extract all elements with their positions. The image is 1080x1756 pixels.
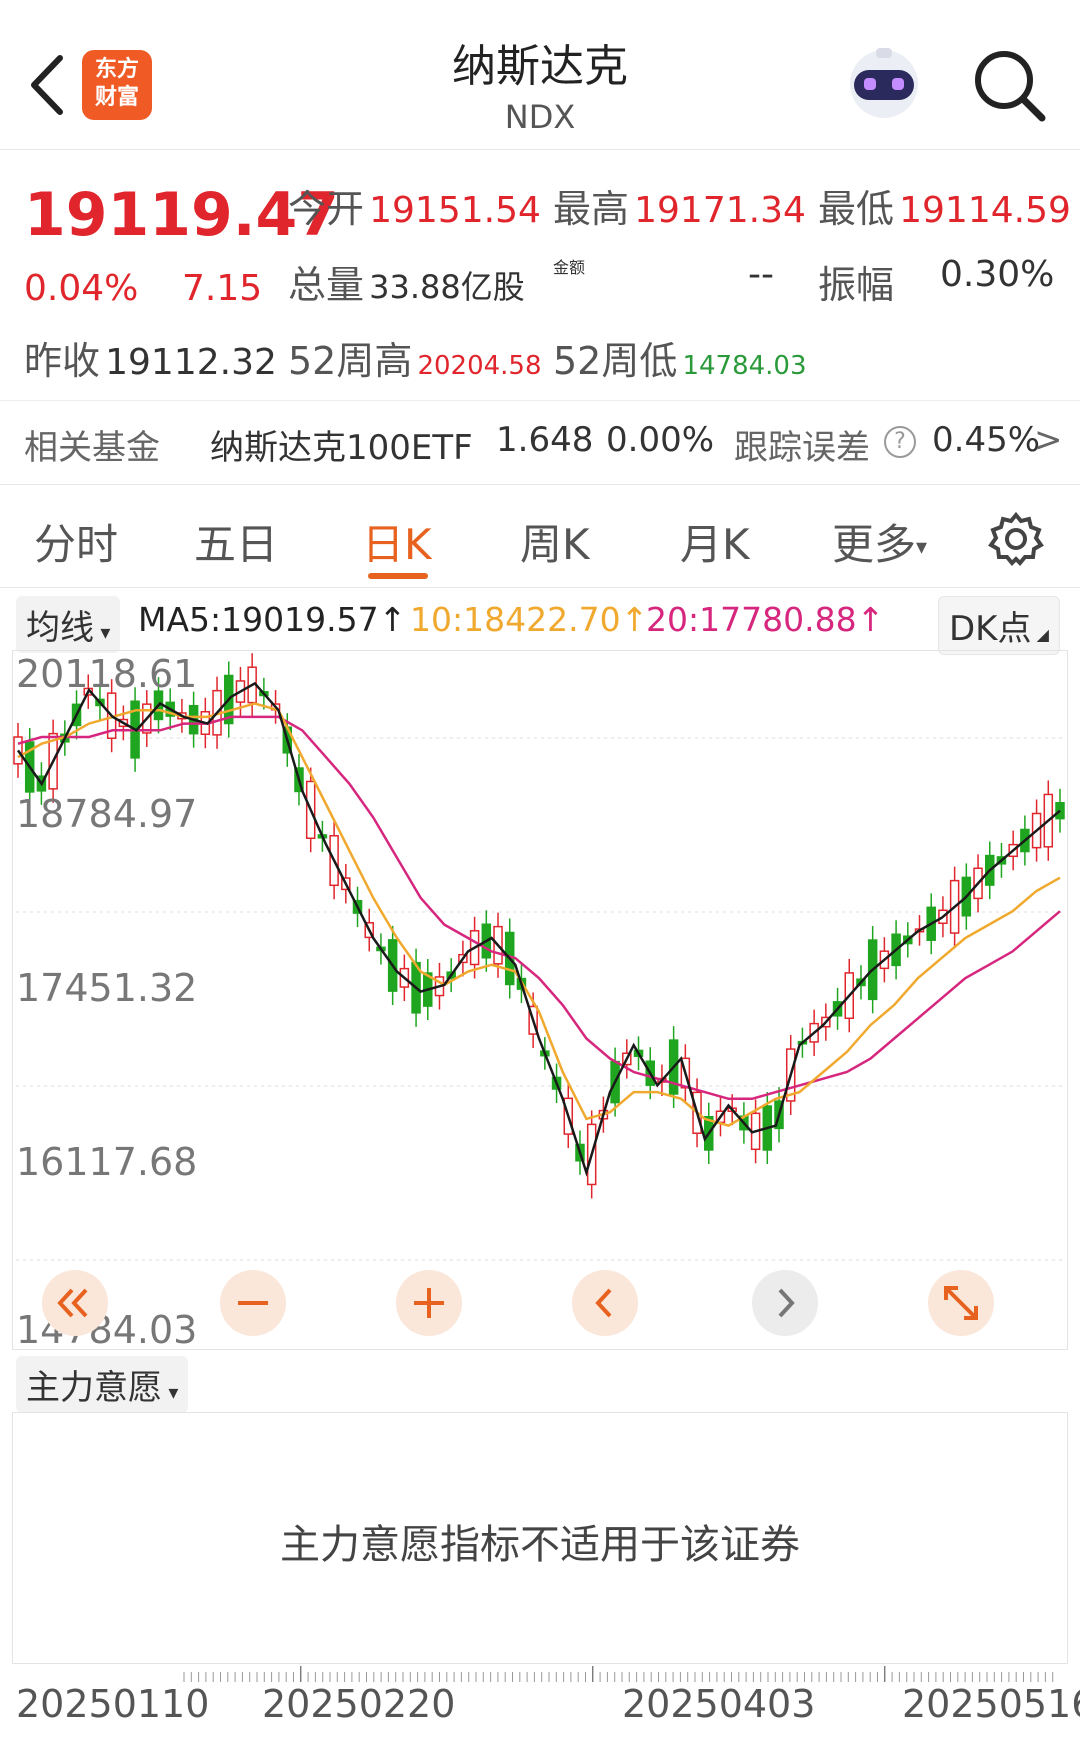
fund-label: 相关基金 (24, 428, 160, 468)
indicator-dropdown[interactable]: 主力意愿 ▾ (16, 1356, 189, 1413)
high-label: 最高 (553, 187, 630, 231)
low: 最低 19114.59 (818, 178, 1071, 233)
header: 东方 财富 纳斯达克 NDX (0, 0, 1080, 150)
double-chevron-left-icon (57, 1288, 88, 1318)
scroll-right-button[interactable] (752, 1270, 818, 1336)
wk52-low: 52周低 14784.03 (553, 330, 807, 385)
low-label: 最低 (818, 187, 895, 231)
amplitude-value: 0.30% (940, 254, 1055, 295)
prev-close-label: 昨收 (24, 339, 101, 383)
tab-weekly-k[interactable]: 周K (520, 511, 590, 572)
change-percent: 0.04% (24, 268, 139, 309)
period-tabs: 分时 五日 日K 周K 月K 更多▾ (0, 484, 1080, 588)
open-label: 今开 (288, 187, 365, 231)
high-value: 19171.34 (634, 190, 806, 231)
caret-down-icon: ▾ (916, 535, 928, 560)
fund-name: 纳斯达克100ETF (210, 428, 473, 468)
related-fund-row[interactable]: 相关基金 纳斯达克100ETF 1.648 0.00% 跟踪误差 ? 0.45%… (24, 420, 1064, 470)
corner-triangle-icon: ◢ (1031, 625, 1049, 644)
volume-label: 总量 (288, 263, 365, 307)
fund-change: 0.00% (606, 420, 715, 460)
wk52-low-label: 52周低 (553, 339, 678, 383)
tab-daily-k[interactable]: 日K (362, 511, 432, 572)
tracking-label: 跟踪误差 (734, 428, 870, 468)
plus-icon (414, 1288, 444, 1318)
x-label-2: 20250403 (622, 1682, 816, 1726)
ma-dropdown[interactable]: 均线 ▾ (16, 596, 121, 653)
low-value: 19114.59 (899, 190, 1071, 231)
amount-label: 金额 (553, 258, 586, 277)
tab-intraday[interactable]: 分时 (34, 511, 118, 572)
page-subtitle: NDX (504, 98, 576, 136)
open-value: 19151.54 (369, 190, 541, 231)
fund-price: 1.648 (496, 420, 594, 460)
ma10-value: 10:18422.70↑ (410, 600, 649, 639)
fullscreen-button[interactable] (928, 1270, 994, 1336)
volume: 总量 33.88亿股 (288, 254, 525, 309)
open: 今开 19151.54 (288, 178, 541, 233)
tab-five-day[interactable]: 五日 (194, 511, 278, 572)
high: 最高 19171.34 (553, 178, 806, 233)
y-label-0: 20118.61 (16, 652, 198, 696)
wk52-high-value: 20204.58 (417, 351, 542, 381)
expand-icon (944, 1286, 978, 1320)
x-axis-ticks (183, 1666, 1054, 1682)
gear-icon[interactable] (988, 511, 1044, 567)
volume-value: 33.88亿股 (369, 268, 525, 306)
page-title: 纳斯达克 (452, 41, 628, 92)
jump-start-button[interactable] (42, 1270, 108, 1336)
scroll-left-button[interactable] (572, 1270, 638, 1336)
logo-text: 东方 财富 (94, 57, 139, 110)
chevron-right-icon (778, 1288, 795, 1318)
chevron-right-icon: > (1034, 420, 1063, 460)
minus-icon (238, 1301, 268, 1305)
tab-more[interactable]: 更多▾ (832, 511, 927, 572)
x-label-3: 20250516 (902, 1682, 1080, 1726)
zoom-out-button[interactable] (220, 1270, 286, 1336)
tracking-value: 0.45% (932, 420, 1041, 460)
question-icon[interactable]: ? (884, 426, 916, 458)
active-tab-indicator (368, 573, 428, 579)
wk52-low-value: 14784.03 (682, 351, 807, 381)
caret-down-icon: ▾ (94, 620, 111, 644)
amplitude-label: 振幅 (818, 263, 895, 307)
x-label-1: 20250220 (262, 1682, 456, 1726)
ma-legend-row: 均线 ▾ MA5:19019.57↑ 10:18422.70↑ 20:17780… (0, 592, 1080, 655)
change-value: 7.15 (182, 268, 263, 309)
app-logo[interactable]: 东方 财富 (82, 50, 152, 120)
caret-down-icon: ▾ (162, 1380, 179, 1404)
y-label-2: 17451.32 (16, 966, 198, 1010)
ma20-value: 20:17780.88↑ (646, 600, 885, 639)
search-icon[interactable] (970, 46, 1050, 126)
chevron-left-icon (595, 1288, 612, 1318)
dk-button-label: DK点 (949, 609, 1032, 649)
indicator-message: 主力意愿指标不适用于该证券 (280, 1522, 800, 1568)
prev-close-value: 19112.32 (105, 342, 277, 383)
ma5-line (16, 681, 1061, 1177)
indicator-dropdown-label: 主力意愿 (26, 1368, 162, 1408)
ma5-value: MA5:19019.57↑ (138, 600, 407, 639)
dk-button[interactable]: DK点 ◢ (938, 596, 1060, 655)
zoom-in-button[interactable] (396, 1270, 462, 1336)
y-label-1: 18784.97 (16, 792, 198, 836)
ma10-line (17, 702, 1061, 1127)
x-label-0: 20250110 (16, 1682, 210, 1726)
ma-dropdown-label: 均线 (26, 608, 94, 648)
quote-panel: 19119.47 0.04% 7.15 昨收 19112.32 今开 19151… (0, 150, 1080, 480)
y-label-3: 16117.68 (16, 1140, 198, 1184)
wk52-high: 52周高 20204.58 (288, 330, 542, 385)
amount-value: -- (748, 254, 774, 295)
divider (0, 400, 1080, 401)
back-icon[interactable] (22, 50, 72, 120)
assistant-robot-icon[interactable] (840, 44, 928, 124)
prev-close: 昨收 19112.32 (24, 330, 277, 385)
tab-monthly-k[interactable]: 月K (680, 511, 750, 572)
wk52-high-label: 52周高 (288, 339, 413, 383)
tab-more-label: 更多 (832, 520, 917, 569)
